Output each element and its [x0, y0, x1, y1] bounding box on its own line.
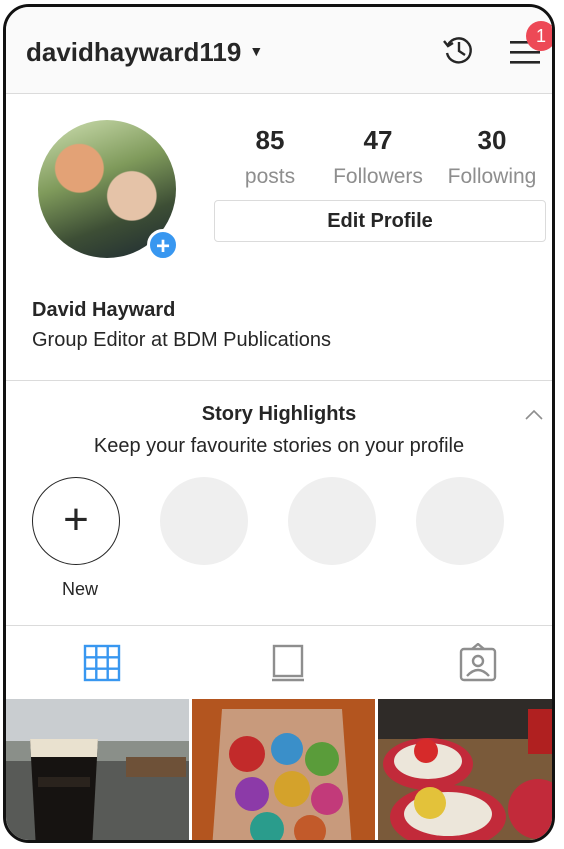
caret-down-icon: ▼ — [249, 43, 264, 59]
edit-profile-button[interactable]: Edit Profile — [214, 200, 546, 242]
baubles-photo — [192, 699, 375, 840]
account-switcher[interactable]: davidhayward119 ▼ — [26, 37, 263, 68]
post-thumbnail-guinness[interactable] — [6, 699, 189, 840]
highlight-placeholder — [416, 477, 504, 565]
new-highlight-label: New — [61, 579, 98, 599]
bio: Group Editor at BDM Publications — [32, 329, 332, 351]
divider — [6, 380, 552, 381]
notification-badge: 1 — [526, 21, 552, 51]
profile-avatar[interactable]: + — [38, 120, 179, 261]
highlight-placeholder — [288, 477, 376, 565]
posts-label: posts — [244, 165, 296, 188]
plus-icon: + — [63, 495, 89, 544]
followers-count: 47 — [363, 125, 393, 155]
stat-followers[interactable]: 47 Followers — [328, 125, 428, 189]
username: davidhayward119 — [26, 37, 242, 67]
following-count: 30 — [477, 125, 507, 155]
history-icon[interactable] — [442, 33, 476, 67]
highlights-subtitle: Keep your favourite stories on your prof… — [93, 435, 465, 457]
phone-screen: davidhayward119 ▼ 1 + 85 posts 47 Followe… — [3, 4, 555, 843]
highlights-title: Story Highlights — [201, 403, 357, 425]
chevron-up-icon[interactable] — [522, 403, 546, 427]
followers-label: Followers — [333, 165, 423, 188]
tagged-icon[interactable] — [458, 643, 498, 683]
guinness-photo — [6, 699, 189, 840]
new-highlight-button[interactable]: + — [32, 477, 120, 565]
food-photo — [378, 699, 552, 840]
top-bar: davidhayward119 ▼ 1 — [6, 7, 552, 94]
add-story-plus-icon[interactable]: + — [147, 229, 179, 261]
divider — [6, 625, 552, 626]
following-label: Following — [447, 165, 537, 188]
stat-following[interactable]: 30 Following — [442, 125, 542, 189]
posts-count: 85 — [255, 125, 285, 155]
post-thumbnail-baubles[interactable] — [192, 699, 375, 840]
stat-posts[interactable]: 85 posts — [238, 125, 302, 189]
grid-icon[interactable] — [82, 643, 122, 683]
highlight-placeholder — [160, 477, 248, 565]
display-name: David Hayward — [32, 299, 176, 321]
igtv-icon[interactable] — [268, 643, 308, 683]
post-thumbnail-food[interactable] — [378, 699, 552, 840]
